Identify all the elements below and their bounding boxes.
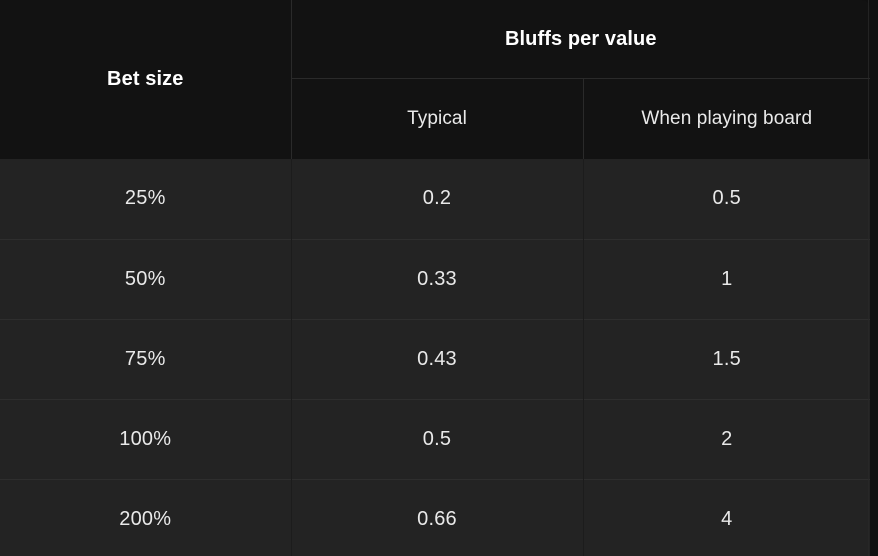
cell-bet-size: 100% <box>0 398 292 479</box>
cell-typical: 0.66 <box>291 478 584 556</box>
cell-bet-size: 200% <box>0 478 292 556</box>
column-header-bet-size: Bet size <box>0 0 292 159</box>
column-header-typical: Typical <box>291 78 583 159</box>
cell-typical: 0.2 <box>291 159 584 239</box>
bluffs-per-value-table-container: Bet size Bluffs per value Typical When p… <box>0 0 870 556</box>
cell-when-playing-board: 1 <box>583 238 870 319</box>
table-row: 75% 0.43 1.5 <box>0 318 870 399</box>
cell-bet-size: 75% <box>0 318 292 399</box>
column-header-when-playing-board: When playing board <box>582 78 870 159</box>
cell-when-playing-board: 1.5 <box>583 318 870 399</box>
bluffs-per-value-table: Bet size Bluffs per value Typical When p… <box>0 0 870 556</box>
cell-when-playing-board: 2 <box>583 398 870 479</box>
table-right-edge <box>868 0 869 556</box>
table-body: 25% 0.2 0.5 50% 0.33 1 75% 0.43 1.5 100%… <box>0 159 870 556</box>
table-row: 25% 0.2 0.5 <box>0 159 870 239</box>
cell-bet-size: 25% <box>0 159 292 239</box>
cell-typical: 0.33 <box>291 238 584 319</box>
table-row: 200% 0.66 4 <box>0 478 870 556</box>
table-row: 100% 0.5 2 <box>0 398 870 479</box>
table-header: Bet size Bluffs per value Typical When p… <box>0 0 870 159</box>
table-header-row-group: Bet size Bluffs per value <box>0 0 870 159</box>
cell-bet-size: 50% <box>0 238 292 319</box>
screen: Bet size Bluffs per value Typical When p… <box>0 0 878 556</box>
cell-when-playing-board: 0.5 <box>583 159 870 239</box>
column-group-header-bluffs-per-value: Bluffs per value <box>291 0 870 79</box>
cell-typical: 0.5 <box>291 398 584 479</box>
table-row: 50% 0.33 1 <box>0 238 870 319</box>
cell-typical: 0.43 <box>291 318 584 399</box>
cell-when-playing-board: 4 <box>583 478 870 556</box>
